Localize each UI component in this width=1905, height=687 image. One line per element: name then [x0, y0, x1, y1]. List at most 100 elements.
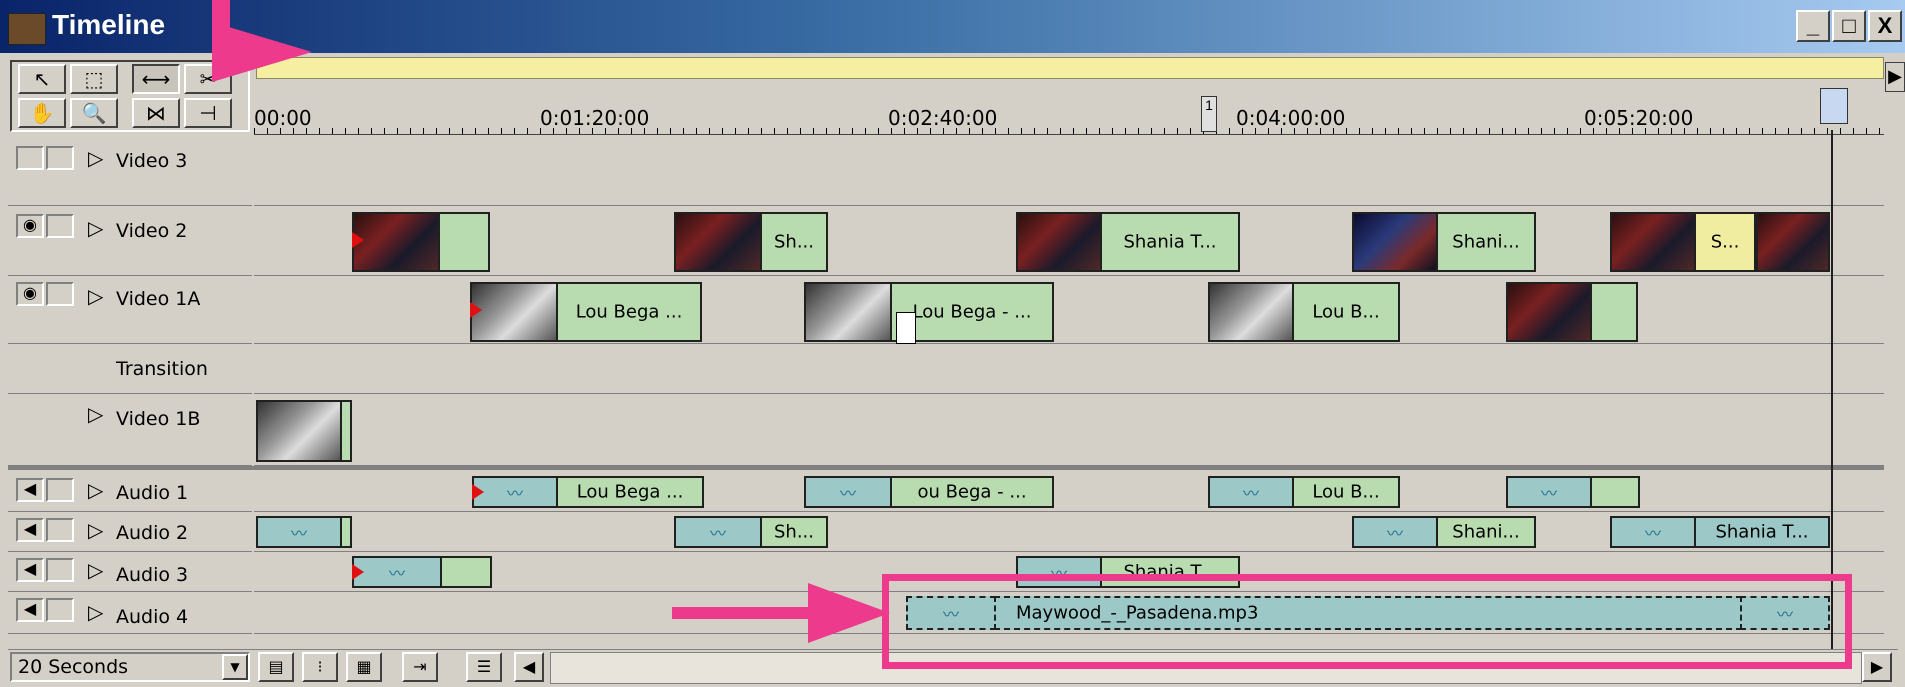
lock-toggle[interactable] [46, 518, 74, 542]
waveform-icon[interactable]: 〰 [1506, 476, 1592, 508]
video-clip-thumbnail[interactable] [1506, 282, 1592, 342]
video-clip[interactable]: Shania T... [1100, 212, 1240, 272]
track-label: Video 1B [116, 408, 201, 430]
speaker-icon[interactable]: ◀ [16, 518, 44, 542]
video-clip-thumbnail[interactable] [804, 282, 892, 342]
waveform-icon[interactable]: 〰 [1352, 516, 1438, 548]
eye-icon[interactable]: ◉ [16, 282, 44, 306]
speaker-icon[interactable]: ◀ [16, 598, 44, 622]
snap-edges-icon[interactable]: ⁝ [302, 652, 338, 682]
track-label: Video 1A [116, 288, 201, 310]
waveform-icon[interactable]: 〰 [1610, 516, 1696, 548]
expand-triangle-icon[interactable]: ▷ [88, 478, 103, 502]
track-separator [8, 466, 1884, 470]
track-label: Audio 3 [116, 564, 189, 586]
minimize-button[interactable]: _ [1796, 10, 1830, 42]
close-button[interactable]: X [1868, 10, 1902, 42]
annotation-arrow-icon [212, 22, 312, 82]
audio-clip[interactable]: ou Bega - ... [890, 476, 1054, 508]
video-clip-thumbnail[interactable] [352, 212, 440, 272]
video-clip[interactable]: Shani... [1436, 212, 1536, 272]
cross-fade-tool-icon[interactable]: ⋈ [132, 98, 180, 128]
waveform-icon[interactable]: 〰 [674, 516, 762, 548]
lock-toggle[interactable] [46, 282, 74, 306]
video-clip[interactable] [340, 400, 352, 462]
waveform-icon[interactable]: 〰 [1208, 476, 1294, 508]
video-clip[interactable]: Lou B... [1292, 282, 1400, 342]
lock-toggle[interactable] [46, 146, 74, 170]
track-label: Video 2 [116, 220, 188, 242]
waveform-icon[interactable]: 〰 [804, 476, 892, 508]
audio-clip[interactable]: Sh... [760, 516, 828, 548]
scroll-right-icon[interactable]: ▶ [1862, 652, 1892, 682]
expand-triangle-icon[interactable]: ▷ [88, 284, 103, 308]
audio-clip[interactable]: Shani... [1436, 516, 1536, 548]
window-title: Timeline [52, 9, 166, 40]
video-clip[interactable]: Sh... [760, 212, 828, 272]
track-format-icon[interactable]: ▤ [258, 652, 294, 682]
audio-clip[interactable] [1590, 476, 1640, 508]
ruler-menu-arrow-icon[interactable]: ▶ [1885, 62, 1905, 92]
audio-clip[interactable]: Lou B... [1292, 476, 1400, 508]
work-area-bar[interactable] [256, 57, 1884, 79]
video-clip-thumbnail[interactable] [1208, 282, 1294, 342]
video-clip[interactable] [1590, 282, 1638, 342]
video-clip-thumbnail[interactable] [1352, 212, 1438, 272]
track-transition[interactable] [254, 344, 1884, 394]
expand-triangle-icon[interactable]: ▷ [88, 600, 103, 624]
speaker-icon[interactable]: ◀ [16, 558, 44, 582]
expand-triangle-icon[interactable]: ▷ [88, 146, 103, 170]
ruler-tick-label: 0:05:20:00 [1584, 106, 1694, 130]
zoom-level-select[interactable]: 20 Seconds [10, 652, 250, 682]
audio-clip[interactable]: Lou Bega ... [556, 476, 704, 508]
video-clip-thumbnail[interactable] [674, 212, 762, 272]
scroll-left-icon[interactable]: ◀ [514, 652, 544, 682]
in-out-tool-icon[interactable]: ⊣ [184, 98, 232, 128]
track-label: Audio 2 [116, 522, 189, 544]
timeline-marker[interactable]: 1 [1201, 96, 1217, 132]
in-point-marker-icon [472, 484, 484, 500]
selection-tool-icon[interactable]: ↖ [18, 64, 66, 94]
waveform-icon[interactable]: 〰 [352, 556, 442, 588]
waveform-icon[interactable]: 〰 [256, 516, 342, 548]
speaker-icon[interactable]: ◀ [16, 478, 44, 502]
video-clip-thumbnail[interactable] [1756, 212, 1830, 272]
ruler-ticks [254, 128, 1884, 134]
audio-clip[interactable] [440, 556, 492, 588]
track-video1b[interactable] [254, 394, 1884, 466]
video-clip[interactable] [438, 212, 490, 272]
zoom-tool-icon[interactable]: 🔍 [70, 98, 118, 128]
maximize-button[interactable]: □ [1832, 10, 1866, 42]
range-select-tool-icon[interactable]: ⬚ [70, 64, 118, 94]
hand-tool-icon[interactable]: ✋ [18, 98, 66, 128]
video-clip-thumbnail[interactable] [1016, 212, 1102, 272]
expand-triangle-icon[interactable]: ▷ [88, 558, 103, 582]
lock-toggle[interactable] [46, 478, 74, 502]
expand-triangle-icon[interactable]: ▷ [88, 518, 103, 542]
waveform-icon[interactable]: 〰 [472, 476, 558, 508]
frame-view-icon[interactable]: ▦ [346, 652, 382, 682]
video-clip[interactable]: Lou Bega ... [556, 282, 702, 342]
video-clip-thumbnail[interactable] [256, 400, 342, 462]
lock-toggle[interactable] [46, 598, 74, 622]
visibility-toggle[interactable] [16, 146, 44, 170]
video-clip[interactable]: S... [1694, 212, 1756, 272]
lock-toggle[interactable] [46, 558, 74, 582]
ripple-edit-tool-icon[interactable]: ⟷ [132, 64, 180, 94]
track-video3[interactable] [254, 136, 1884, 206]
sync-mode-icon[interactable]: ⇥ [402, 652, 438, 682]
expand-triangle-icon[interactable]: ▷ [88, 402, 103, 426]
lock-toggle[interactable] [46, 214, 74, 238]
zoom-dropdown-arrow-icon[interactable]: ▼ [222, 654, 248, 680]
audio-clip[interactable] [340, 516, 352, 548]
eye-icon[interactable]: ◉ [16, 214, 44, 238]
expand-triangle-icon[interactable]: ▷ [88, 216, 103, 240]
playhead-icon[interactable] [1820, 88, 1848, 124]
in-point-marker-icon [470, 302, 482, 318]
video-clip-thumbnail[interactable] [470, 282, 558, 342]
video-clip-thumbnail[interactable] [1610, 212, 1696, 272]
in-point-marker-icon [352, 564, 364, 580]
audio-clip[interactable]: Shania T... [1694, 516, 1830, 548]
app-icon [8, 13, 46, 45]
track-options-icon[interactable]: ☰ [466, 652, 502, 682]
